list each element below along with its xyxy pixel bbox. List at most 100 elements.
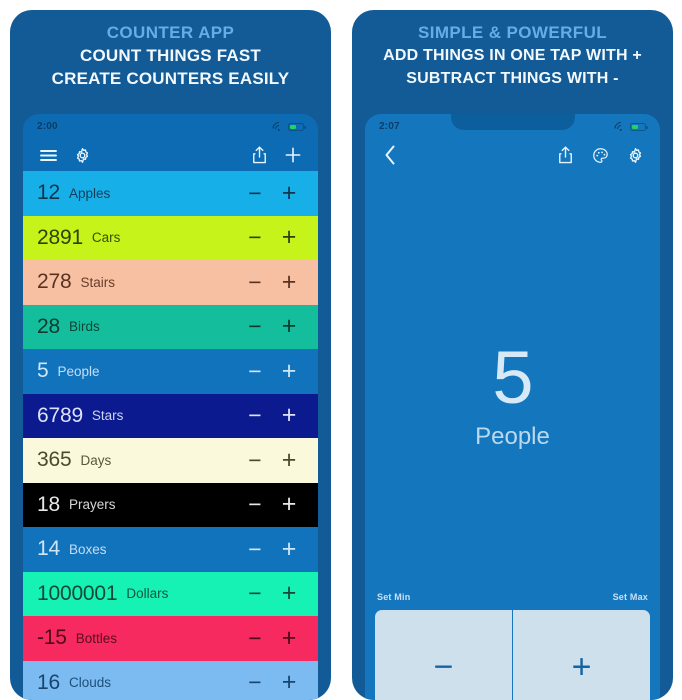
row-plus-icon[interactable]: + xyxy=(272,537,306,562)
promo-text-left: COUNTER APP COUNT THINGS FAST CREATE COU… xyxy=(10,10,331,90)
row-plus-icon[interactable]: + xyxy=(272,626,306,651)
counter-row-value: 28 xyxy=(37,315,60,339)
palette-icon[interactable] xyxy=(587,142,613,168)
row-minus-icon[interactable]: − xyxy=(238,671,272,694)
counter-row-name: Days xyxy=(80,453,111,468)
wifi-icon xyxy=(273,122,284,131)
set-max-label[interactable]: Set Max xyxy=(613,592,648,602)
promo-line-2: COUNT THINGS FAST xyxy=(18,44,323,67)
counter-row-value: 365 xyxy=(37,448,71,472)
counter-row-name: Bottles xyxy=(76,631,117,646)
promo-line-1: SIMPLE & POWERFUL xyxy=(360,22,665,44)
plus-icon: + xyxy=(513,650,650,684)
gear-icon[interactable] xyxy=(622,142,648,168)
status-time: 2:07 xyxy=(379,121,400,132)
minus-icon: − xyxy=(375,650,512,684)
status-indicators xyxy=(273,122,304,131)
counter-row[interactable]: 365 Days −+ xyxy=(23,438,318,483)
counter-row[interactable]: 14 Boxes −+ xyxy=(23,527,318,572)
counter-detail: 5 People Set Min Set Max − - 1 + + 1 xyxy=(365,171,660,700)
counter-row[interactable]: 16Clouds−+ xyxy=(23,661,318,700)
decrement-button[interactable]: − - 1 xyxy=(375,610,512,700)
plus-icon[interactable] xyxy=(280,142,306,168)
counter-row-name: Apples xyxy=(69,186,110,201)
counter-row-value: 14 xyxy=(37,537,60,561)
row-minus-icon[interactable]: − xyxy=(238,271,272,294)
phone-screen-detail: 2:07 xyxy=(365,114,660,700)
row-plus-icon[interactable]: + xyxy=(272,403,306,428)
nav-bar-right xyxy=(365,139,660,171)
panel-left: COUNTER APP COUNT THINGS FAST CREATE COU… xyxy=(10,10,331,700)
counter-row-name: People xyxy=(57,364,99,379)
promo-text-right: SIMPLE & POWERFUL ADD THINGS IN ONE TAP … xyxy=(352,10,673,90)
back-chevron-icon[interactable] xyxy=(377,142,403,168)
gear-icon[interactable] xyxy=(69,142,95,168)
row-plus-icon[interactable]: + xyxy=(272,448,306,473)
counter-row[interactable]: 1000001 Dollars −+ xyxy=(23,572,318,617)
counter-row-value: 18 xyxy=(37,493,60,517)
battery-icon xyxy=(630,123,646,131)
row-plus-icon[interactable]: + xyxy=(272,492,306,517)
counter-row[interactable]: 278 Stairs −+ xyxy=(23,260,318,305)
promo-line-3: CREATE COUNTERS EASILY xyxy=(18,67,323,90)
menu-icon[interactable] xyxy=(35,142,61,168)
row-minus-icon[interactable]: − xyxy=(238,582,272,605)
set-min-label[interactable]: Set Min xyxy=(377,592,410,602)
counter-list[interactable]: 12Apples−+2891Cars−+278Stairs−+28Birds−+… xyxy=(23,171,318,700)
counter-row-name: Stairs xyxy=(80,275,115,290)
promo-line-2: ADD THINGS IN ONE TAP WITH + xyxy=(360,44,665,67)
counter-readout: 5 People xyxy=(365,339,660,451)
counter-name: People xyxy=(365,423,660,451)
promo-line-3: SUBTRACT THINGS WITH - xyxy=(360,67,665,90)
counter-row[interactable]: -15 Bottles −+ xyxy=(23,616,318,661)
counter-row-value: 1000001 xyxy=(37,582,117,606)
counter-row[interactable]: 6789Stars−+ xyxy=(23,394,318,439)
limit-labels: Set Min Set Max xyxy=(365,592,660,602)
row-plus-icon[interactable]: + xyxy=(272,181,306,206)
row-minus-icon[interactable]: − xyxy=(238,627,272,650)
app-store-screenshot-pair: COUNTER APP COUNT THINGS FAST CREATE COU… xyxy=(0,0,682,686)
promo-line-1: COUNTER APP xyxy=(18,22,323,44)
counter-row-name: Boxes xyxy=(69,542,107,557)
counter-row-value: 2891 xyxy=(37,226,83,250)
counter-row[interactable]: 2891 Cars −+ xyxy=(23,216,318,261)
row-plus-icon[interactable]: + xyxy=(272,314,306,339)
row-plus-icon[interactable]: + xyxy=(272,581,306,606)
row-minus-icon[interactable]: − xyxy=(238,360,272,383)
counter-row-value: 12 xyxy=(37,181,60,205)
counter-row-name: Prayers xyxy=(69,497,116,512)
row-minus-icon[interactable]: − xyxy=(238,449,272,472)
row-minus-icon[interactable]: − xyxy=(238,315,272,338)
phone-screen-list: 2:00 xyxy=(23,114,318,700)
row-minus-icon[interactable]: − xyxy=(238,538,272,561)
row-minus-icon[interactable]: − xyxy=(238,226,272,249)
counter-row-value: 278 xyxy=(37,270,71,294)
row-minus-icon[interactable]: − xyxy=(238,182,272,205)
status-bar-right: 2:07 xyxy=(365,114,660,139)
share-icon[interactable] xyxy=(552,142,578,168)
battery-icon xyxy=(288,123,304,131)
row-plus-icon[interactable]: + xyxy=(272,225,306,250)
counter-row-name: Dollars xyxy=(126,586,168,601)
counter-value: 5 xyxy=(365,339,660,417)
row-minus-icon[interactable]: − xyxy=(238,493,272,516)
row-plus-icon[interactable]: + xyxy=(272,270,306,295)
counter-row[interactable]: 28 Birds −+ xyxy=(23,305,318,350)
counter-row[interactable]: 12 Apples −+ xyxy=(23,171,318,216)
counter-buttons: − - 1 + + 1 xyxy=(375,610,650,700)
increment-button[interactable]: + + 1 xyxy=(512,610,650,700)
counter-row-name: Clouds xyxy=(69,675,111,690)
counter-row-value: -15 xyxy=(37,626,67,650)
panel-right: SIMPLE & POWERFUL ADD THINGS IN ONE TAP … xyxy=(352,10,673,700)
counter-row-value: 5 xyxy=(37,359,48,383)
counter-row[interactable]: 18 Prayers −+ xyxy=(23,483,318,528)
counter-row-name: Cars xyxy=(92,230,121,245)
share-icon[interactable] xyxy=(246,142,272,168)
counter-row-value: 6789 xyxy=(37,404,83,428)
row-minus-icon[interactable]: − xyxy=(238,404,272,427)
row-plus-icon[interactable]: + xyxy=(272,359,306,384)
row-plus-icon[interactable]: + xyxy=(272,670,306,695)
counter-row[interactable]: 5 People −+ xyxy=(23,349,318,394)
status-indicators xyxy=(615,122,646,131)
counter-row-name: Birds xyxy=(69,319,100,334)
